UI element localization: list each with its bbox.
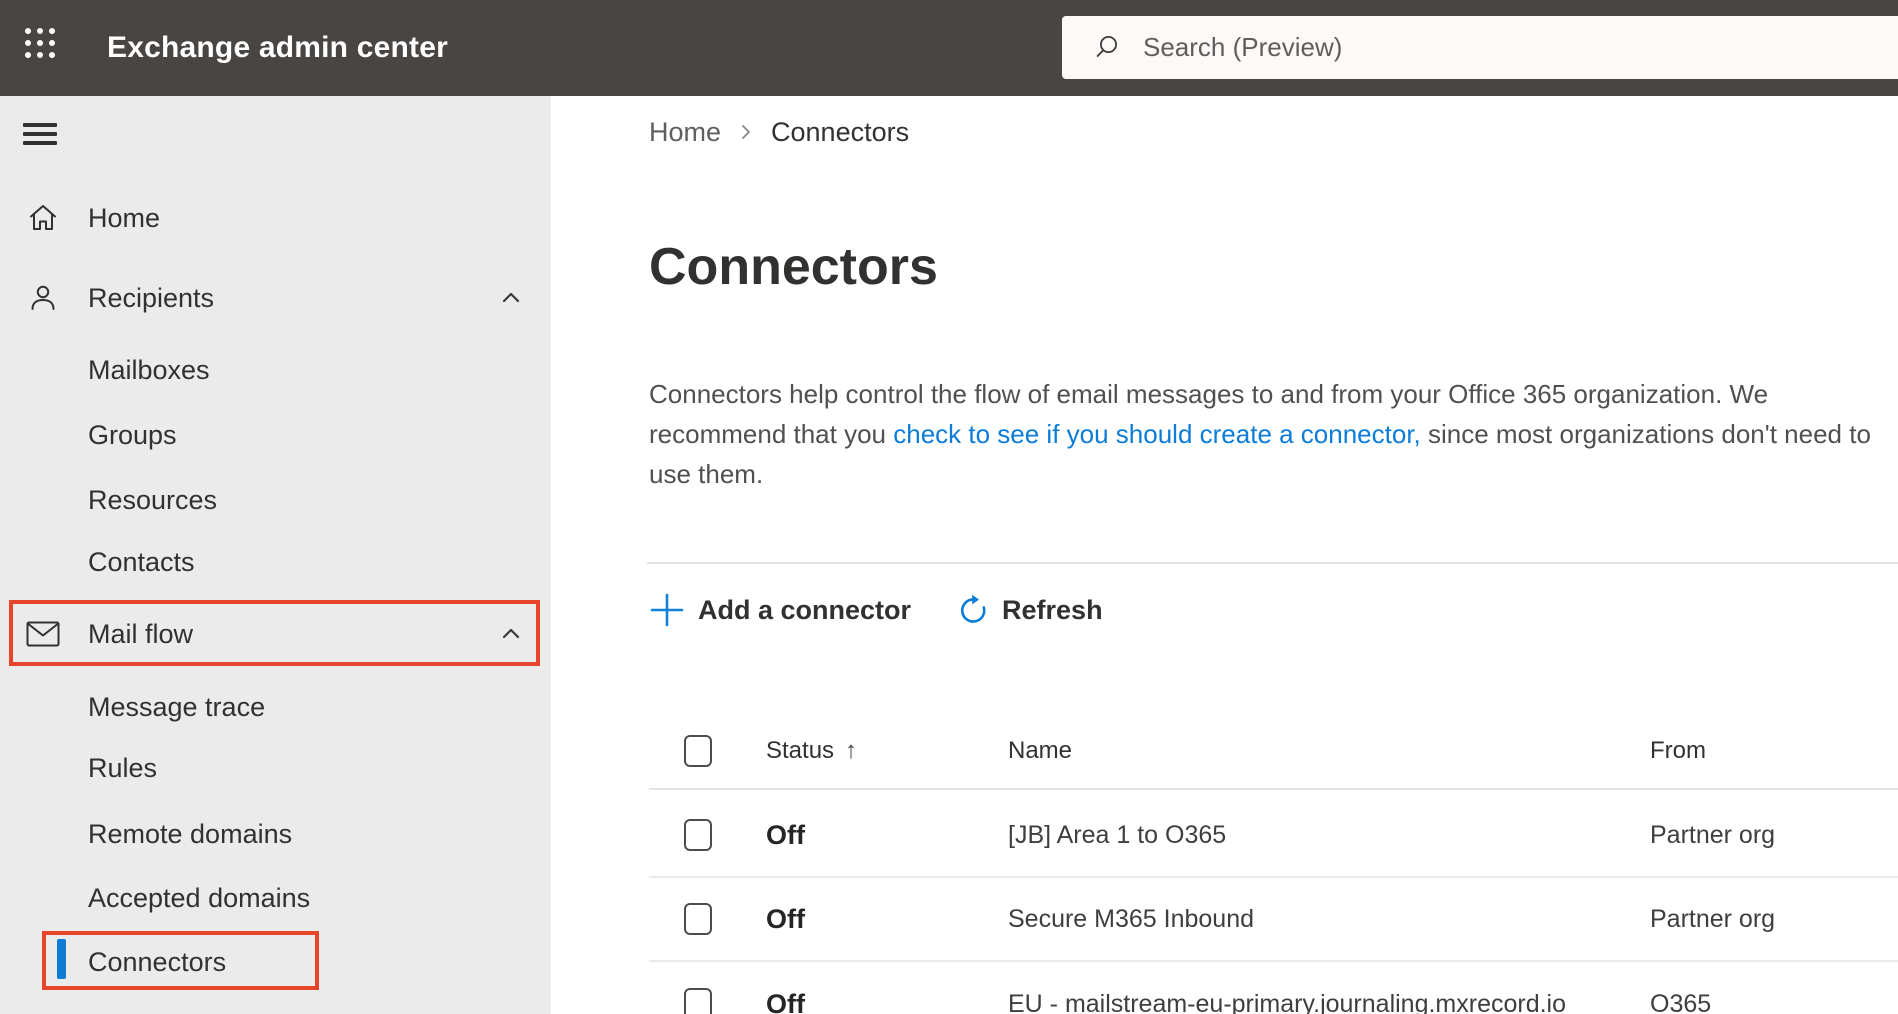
toolbar: Add a connector Refresh: [649, 584, 1103, 636]
column-header-status[interactable]: Status ↑: [766, 737, 1008, 765]
breadcrumb-home-link[interactable]: Home: [649, 117, 721, 148]
sidebar-item-mail-flow[interactable]: Mail flow: [0, 602, 551, 666]
name-cell: [JB] Area 1 to O365: [1008, 820, 1227, 849]
sort-ascending-icon: ↑: [845, 737, 858, 764]
refresh-label: Refresh: [1002, 594, 1103, 625]
sidebar-item-label: Connectors: [88, 946, 227, 977]
table-row[interactable]: Off [JB] Area 1 to O365 Partner org: [649, 794, 1898, 878]
hamburger-menu-icon[interactable]: [23, 123, 57, 145]
column-header-label: Name: [1008, 737, 1073, 764]
add-connector-label: Add a connector: [698, 594, 912, 625]
column-header-name[interactable]: Name: [1008, 737, 1650, 765]
plus-icon: [650, 593, 684, 627]
person-icon: [26, 283, 60, 313]
search-icon: [1096, 36, 1117, 57]
status-cell: Off: [766, 819, 805, 850]
selected-item-indicator: [57, 939, 66, 979]
sidebar-item-label: Groups: [88, 419, 177, 450]
column-header-from[interactable]: From: [1650, 737, 1898, 765]
sidebar-item-home[interactable]: Home: [0, 186, 551, 250]
create-connector-check-link[interactable]: check to see if you should create a conn…: [893, 419, 1421, 449]
sidebar-item-label: Rules: [88, 752, 158, 783]
sidebar-item-label: Mail flow: [88, 618, 194, 649]
table-row[interactable]: Off Secure M365 Inbound Partner org: [649, 878, 1898, 962]
column-header-label: Status: [766, 737, 835, 764]
refresh-icon: [960, 594, 986, 623]
column-header-label: From: [1650, 737, 1706, 764]
from-cell: Partner org: [1650, 820, 1776, 849]
top-bar: Exchange admin center Search (Preview): [0, 0, 1898, 96]
exchange-admin-center-app: Exchange admin center Search (Preview) H…: [0, 0, 1898, 1014]
sidebar-item-message-trace[interactable]: Message trace: [0, 675, 551, 739]
toolbar-divider: [647, 562, 1898, 564]
chevron-up-icon[interactable]: [499, 286, 523, 310]
refresh-button[interactable]: Refresh: [957, 594, 1103, 626]
sidebar-item-contacts[interactable]: Contacts: [0, 530, 551, 594]
sidebar-item-label: Accepted domains: [88, 882, 311, 913]
sidebar-item-accepted-domains[interactable]: Accepted domains: [0, 866, 551, 930]
mail-icon: [26, 621, 60, 647]
table-header-divider: [649, 788, 1898, 790]
search-input[interactable]: Search (Preview): [1062, 16, 1898, 79]
status-cell: Off: [766, 988, 805, 1014]
add-connector-button[interactable]: Add a connector: [649, 592, 911, 628]
page-title: Connectors: [649, 238, 938, 296]
chevron-right-icon: [737, 123, 755, 141]
table-header-row: Status ↑ Name From: [649, 727, 1898, 775]
table-row[interactable]: Off EU - mailstream-eu-primary.journalin…: [649, 962, 1898, 1014]
from-cell: Partner org: [1650, 904, 1776, 933]
sidebar-item-label: Mailboxes: [88, 354, 210, 385]
search-placeholder: Search (Preview): [1143, 32, 1343, 62]
sidebar-item-label: Home: [88, 202, 161, 233]
app-title: Exchange admin center: [107, 31, 448, 64]
sidebar-item-remote-domains[interactable]: Remote domains: [0, 802, 551, 866]
sidebar-item-label: Resources: [88, 484, 218, 515]
sidebar-item-groups[interactable]: Groups: [0, 403, 551, 467]
sidebar-item-label: Message trace: [88, 691, 266, 722]
sidebar-item-connectors[interactable]: Connectors: [0, 930, 551, 994]
row-checkbox[interactable]: [684, 988, 712, 1014]
sidebar-item-resources[interactable]: Resources: [0, 468, 551, 532]
home-icon: [26, 202, 60, 234]
status-cell: Off: [766, 903, 805, 934]
main-content: Home Connectors Connectors Connectors he…: [551, 96, 1898, 1014]
name-cell: Secure M365 Inbound: [1008, 904, 1255, 933]
breadcrumb: Home Connectors: [649, 114, 909, 150]
sidebar-item-rules[interactable]: Rules: [0, 736, 551, 800]
chevron-up-icon[interactable]: [499, 622, 523, 646]
sidebar-item-label: Remote domains: [88, 818, 293, 849]
sidebar: Home Recipients Mailboxes Groups Resourc…: [0, 96, 551, 1014]
select-all-checkbox[interactable]: [684, 735, 712, 767]
name-cell: EU - mailstream-eu-primary.journaling.mx…: [1008, 989, 1567, 1014]
sidebar-item-label: Recipients: [88, 282, 215, 313]
app-launcher-icon[interactable]: [25, 28, 65, 68]
sidebar-item-mailboxes[interactable]: Mailboxes: [0, 338, 551, 402]
row-checkbox[interactable]: [684, 819, 712, 851]
from-cell: O365: [1650, 989, 1712, 1014]
sidebar-item-label: Contacts: [88, 546, 195, 577]
sidebar-item-recipients[interactable]: Recipients: [0, 266, 551, 330]
breadcrumb-current: Connectors: [771, 116, 910, 147]
page-description: Connectors help control the flow of emai…: [649, 374, 1874, 494]
row-checkbox[interactable]: [684, 903, 712, 935]
